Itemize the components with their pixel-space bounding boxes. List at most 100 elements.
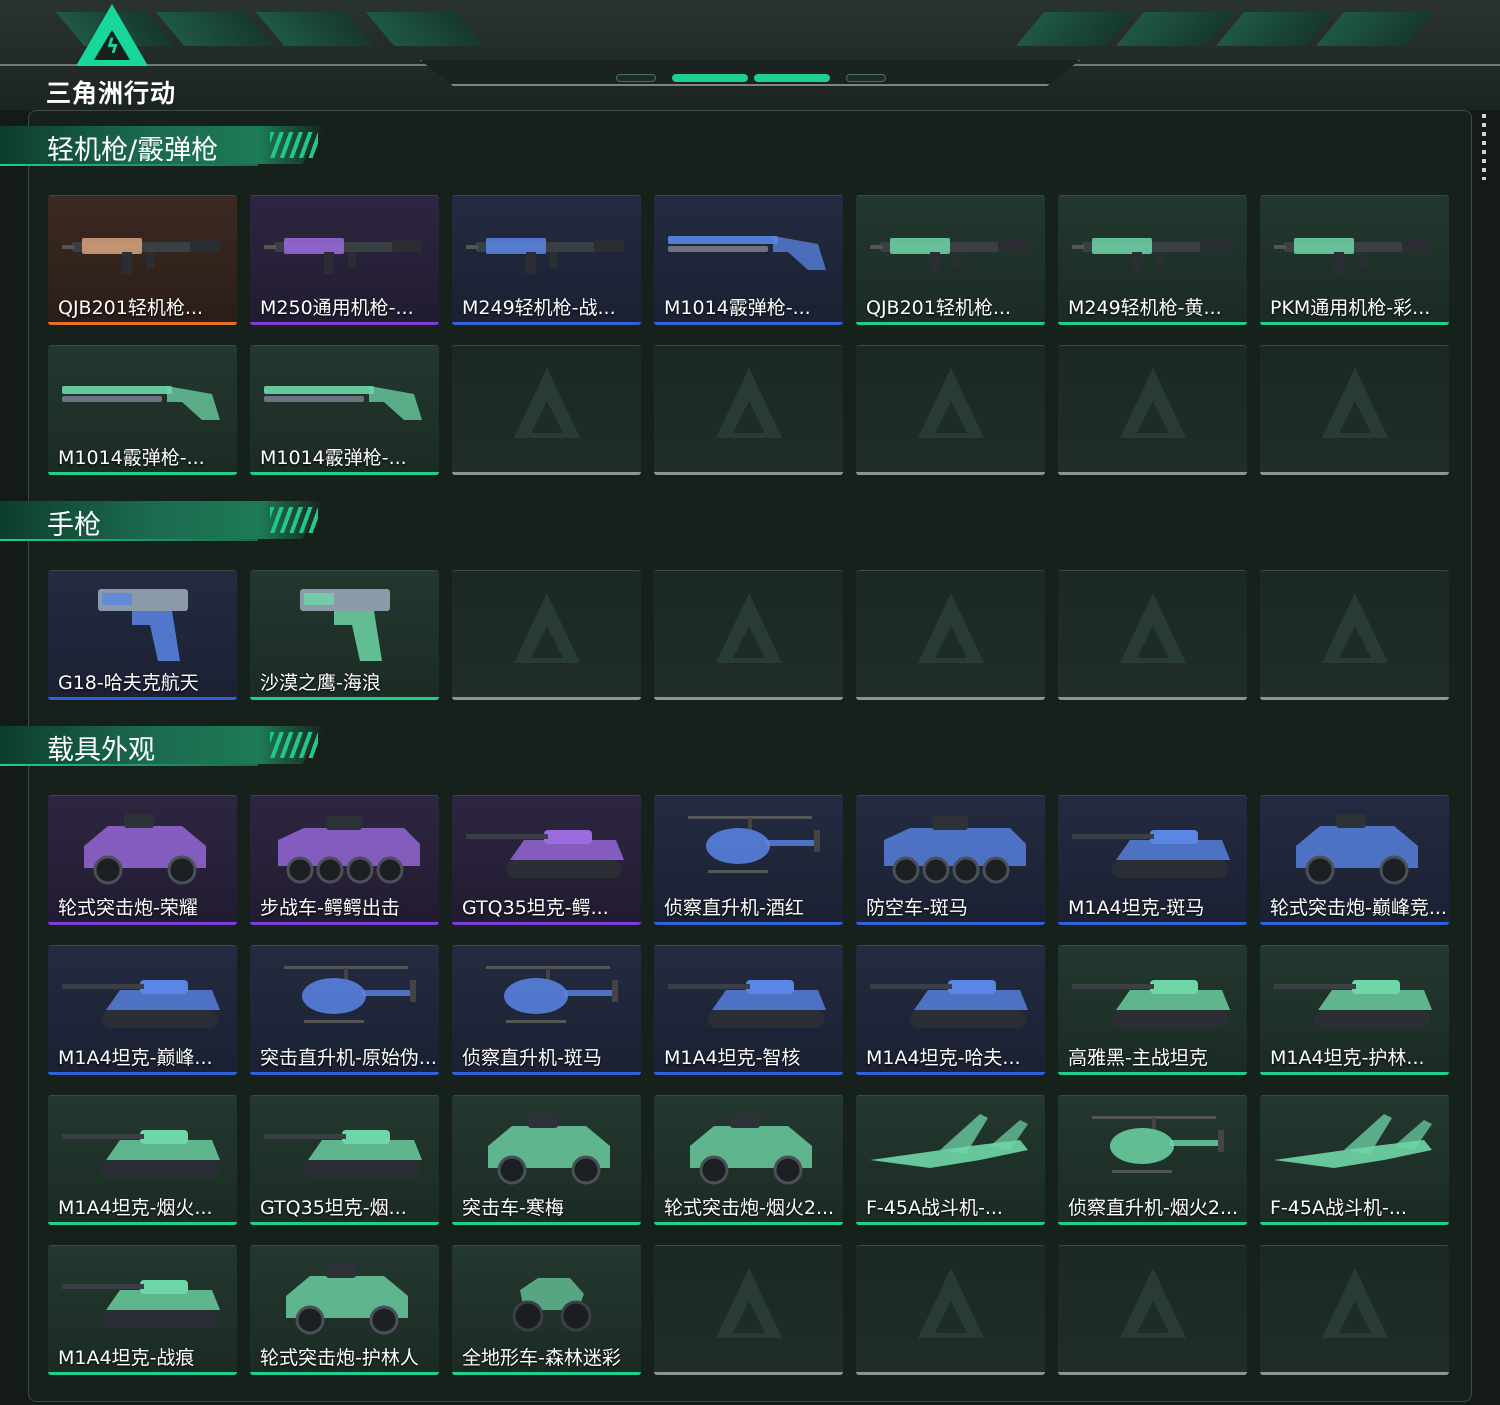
item-card[interactable]: 侦察直升机-烟火2... [1058, 1095, 1247, 1225]
armored-car-icon [668, 1110, 830, 1188]
page: ϟ 三角洲行动 轻机枪/霰弹枪 QJB201轻机枪... M250通用机枪-..… [0, 0, 1500, 1405]
empty-slot [452, 345, 641, 475]
item-card[interactable]: 侦察直升机-斑马 [452, 945, 641, 1075]
item-card[interactable]: QJB201轻机枪... [48, 195, 237, 325]
rarity-bar [452, 697, 641, 700]
item-card[interactable]: 步战车-鳄鳄出击 [250, 795, 439, 925]
rarity-bar [654, 697, 843, 700]
rarity-bar [856, 1222, 1045, 1225]
page-indicator [846, 74, 886, 82]
placeholder-logo-cutout [733, 626, 765, 658]
item-card[interactable]: M1014霰弹枪-... [250, 345, 439, 475]
item-name: 沙漠之鹰-海浪 [260, 672, 381, 694]
rarity-bar [856, 1372, 1045, 1375]
rarity-bar [250, 1372, 439, 1375]
rarity-bar [452, 472, 641, 475]
item-card[interactable]: 突击车-寒梅 [452, 1095, 641, 1225]
item-name: 突击车-寒梅 [462, 1197, 564, 1219]
item-card[interactable]: 轮式突击炮-护林人 [250, 1245, 439, 1375]
item-card[interactable]: M1A4坦克-烟火... [48, 1095, 237, 1225]
item-card[interactable]: M1A4坦克-巅峰... [48, 945, 237, 1075]
game-logo: ϟ 三角洲行动 [46, 4, 186, 108]
item-card[interactable]: PKM通用机枪-彩... [1260, 195, 1449, 325]
rarity-bar [1058, 1222, 1247, 1225]
rarity-bar [250, 1072, 439, 1075]
section-title: 手枪 [47, 510, 101, 541]
rarity-bar [250, 322, 439, 325]
pistol-icon [264, 585, 426, 663]
rarity-bar [48, 472, 237, 475]
item-name: M1A4坦克-巅峰... [58, 1047, 213, 1069]
rarity-bar [250, 1222, 439, 1225]
rarity-bar [1058, 922, 1247, 925]
item-name: 侦察直升机-酒红 [664, 897, 804, 919]
empty-slot [654, 345, 843, 475]
placeholder-logo-cutout [1137, 401, 1169, 433]
item-card[interactable]: GTQ35坦克-鳄... [452, 795, 641, 925]
rarity-bar [452, 922, 641, 925]
tank-icon [1072, 810, 1234, 888]
header-stripe [1215, 12, 1335, 46]
item-card[interactable]: 高雅黑-主战坦克 [1058, 945, 1247, 1075]
jet-icon [1274, 1110, 1436, 1188]
empty-slot [1260, 1245, 1449, 1375]
tank-icon [466, 810, 628, 888]
ifv-icon [870, 810, 1032, 888]
empty-slot [1058, 1245, 1247, 1375]
placeholder-logo-cutout [1339, 626, 1371, 658]
item-card[interactable]: 突击直升机-原始伪... [250, 945, 439, 1075]
item-card[interactable]: 防空车-斑马 [856, 795, 1045, 925]
rarity-bar [48, 922, 237, 925]
rarity-bar [856, 1072, 1045, 1075]
item-name: M1014霰弹枪-... [58, 447, 205, 469]
item-name: QJB201轻机枪... [866, 297, 1011, 319]
item-card[interactable]: G18-哈夫克航天 [48, 570, 237, 700]
tank-icon [62, 960, 224, 1038]
item-card[interactable]: 轮式突击炮-烟火2... [654, 1095, 843, 1225]
section-underline [0, 539, 258, 541]
item-card[interactable]: M249轻机枪-黄... [1058, 195, 1247, 325]
empty-slot [1260, 570, 1449, 700]
item-name: 突击直升机-原始伪... [260, 1047, 437, 1069]
item-card[interactable]: M1014霰弹枪-... [654, 195, 843, 325]
shotgun-icon [264, 360, 426, 438]
item-card[interactable]: QJB201轻机枪... [856, 195, 1045, 325]
item-card[interactable]: F-45A战斗机-... [1260, 1095, 1449, 1225]
tank-icon [62, 1260, 224, 1338]
item-card[interactable]: 轮式突击炮-巅峰竞... [1260, 795, 1449, 925]
header-stripe [365, 12, 485, 46]
rarity-bar [1058, 472, 1247, 475]
scrollbar[interactable] [1482, 114, 1486, 180]
item-card[interactable]: GTQ35坦克-烟... [250, 1095, 439, 1225]
rarity-bar [654, 1372, 843, 1375]
rarity-bar [250, 472, 439, 475]
item-card[interactable]: M1A4坦克-斑马 [1058, 795, 1247, 925]
item-name: M1A4坦克-哈夫... [866, 1047, 1021, 1069]
item-card[interactable]: M250通用机枪-... [250, 195, 439, 325]
rarity-bar [48, 1372, 237, 1375]
item-card[interactable]: M249轻机枪-战... [452, 195, 641, 325]
item-card[interactable]: 全地形车-森林迷彩 [452, 1245, 641, 1375]
item-name: G18-哈夫克航天 [58, 672, 199, 694]
item-card[interactable]: M1A4坦克-战痕 [48, 1245, 237, 1375]
empty-slot [856, 1245, 1045, 1375]
rarity-bar [48, 1222, 237, 1225]
placeholder-logo-cutout [935, 626, 967, 658]
tank-icon [668, 960, 830, 1038]
item-card[interactable]: 轮式突击炮-荣耀 [48, 795, 237, 925]
item-card[interactable]: 沙漠之鹰-海浪 [250, 570, 439, 700]
item-name: 防空车-斑马 [866, 897, 968, 919]
shotgun-icon [668, 210, 830, 288]
item-card[interactable]: F-45A战斗机-... [856, 1095, 1045, 1225]
item-card[interactable]: 侦察直升机-酒红 [654, 795, 843, 925]
empty-slot [856, 570, 1045, 700]
item-card[interactable]: M1014霰弹枪-... [48, 345, 237, 475]
item-name: 全地形车-森林迷彩 [462, 1347, 621, 1369]
item-card[interactable]: M1A4坦克-智核 [654, 945, 843, 1075]
item-name: 轮式突击炮-护林人 [260, 1347, 419, 1369]
page-indicator-active [754, 74, 830, 82]
rarity-bar [856, 697, 1045, 700]
tank-icon [1274, 960, 1436, 1038]
item-card[interactable]: M1A4坦克-护林... [1260, 945, 1449, 1075]
item-card[interactable]: M1A4坦克-哈夫... [856, 945, 1045, 1075]
